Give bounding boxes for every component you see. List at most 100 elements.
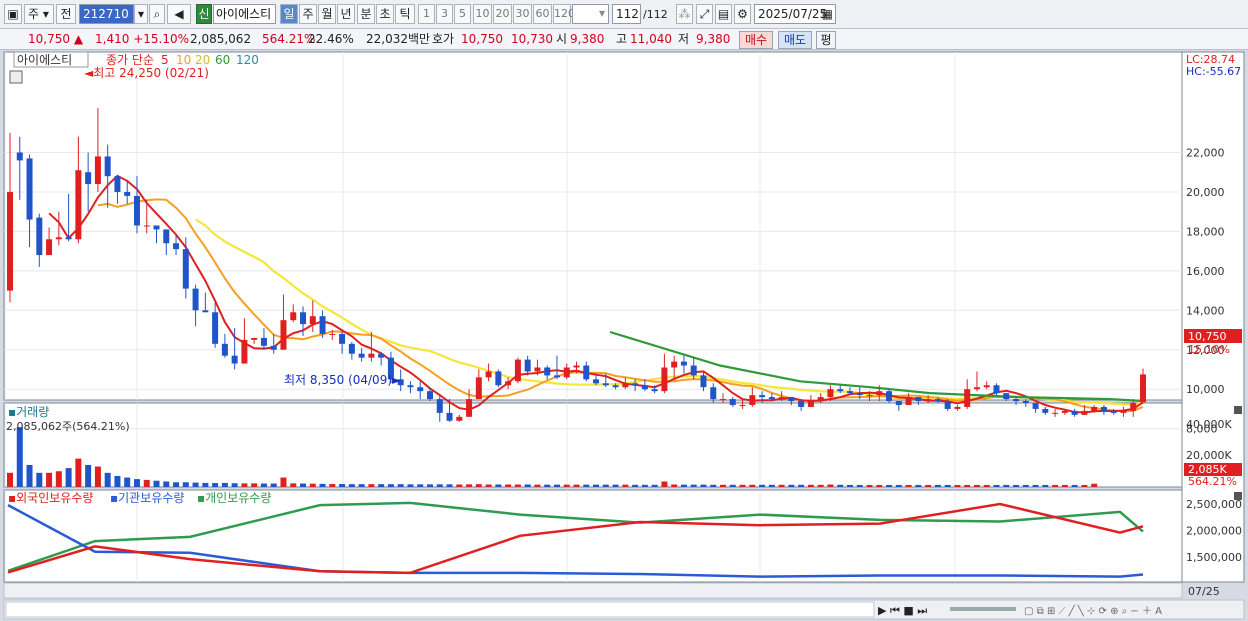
- candle-body: [456, 416, 463, 421]
- volume-bar: [964, 484, 971, 487]
- volume-bar: [1081, 484, 1088, 487]
- interval-5[interactable]: 5: [454, 4, 471, 24]
- candle-body: [309, 316, 316, 325]
- interval-60[interactable]: 60: [533, 4, 552, 24]
- volume-bar: [817, 484, 824, 487]
- search-icon[interactable]: ⌕: [149, 4, 165, 24]
- page-count-input[interactable]: 112: [612, 4, 641, 24]
- interval-3[interactable]: 3: [436, 4, 453, 24]
- volume-bar: [182, 482, 189, 487]
- candle-body: [807, 401, 814, 407]
- period-week-tab[interactable]: 주: [299, 4, 317, 24]
- interval-1[interactable]: 1: [418, 4, 435, 24]
- period-month-tab[interactable]: 월: [318, 4, 336, 24]
- candle-body: [260, 337, 267, 346]
- volume-bar: [661, 481, 668, 487]
- stock-code-input[interactable]: 212710: [79, 4, 134, 24]
- ma5-label: 5: [161, 53, 169, 67]
- volume-bar: [1022, 484, 1029, 487]
- interval-dropdown-icon[interactable]: ▾: [595, 4, 609, 24]
- volume-bar: [856, 484, 863, 487]
- price-title: 아이에스티: [17, 53, 72, 67]
- volume-close-icon[interactable]: [1234, 406, 1242, 414]
- buy-button[interactable]: 매수: [739, 31, 773, 49]
- volume-bar: [768, 484, 775, 487]
- scroll-track[interactable]: [5, 601, 875, 618]
- volume-bar: [417, 484, 424, 487]
- volume-bar: [260, 483, 267, 487]
- candle-body: [593, 379, 600, 384]
- period-day-tab[interactable]: 일: [280, 4, 298, 24]
- candle-body: [729, 399, 736, 405]
- volume-bar: [622, 484, 629, 487]
- candle-body: [153, 225, 160, 230]
- ma-label: 종가 단순: [106, 53, 154, 67]
- candle-body: [407, 385, 414, 388]
- volume-bar: [329, 484, 336, 487]
- bid-price: 10,730: [511, 32, 553, 46]
- calendar-icon[interactable]: ▦: [822, 5, 833, 23]
- prev-button[interactable]: 전: [56, 4, 76, 24]
- sell-button[interactable]: 매도: [778, 31, 812, 49]
- x-axis-date-tag: 07/25: [1188, 585, 1220, 598]
- volume-bar: [641, 484, 648, 487]
- candle-body: [251, 337, 258, 340]
- period-minute-tab[interactable]: 분: [357, 4, 375, 24]
- holdings-close-icon[interactable]: [1234, 492, 1242, 500]
- drawing-tools-icons[interactable]: ▢ ⧉ ⊞ ⟋ ╱ ╲ ⊹ ⟳ ⊕ ⌕ − ＋ A: [1024, 604, 1162, 617]
- date-input[interactable]: 2025/07/25 ▦: [754, 4, 836, 24]
- candle-body: [1130, 403, 1137, 411]
- candle-body: [1013, 399, 1020, 402]
- volume-bar: [866, 484, 873, 487]
- candle-body: [1022, 401, 1029, 404]
- volume-bar: [251, 483, 258, 487]
- volume-bar: [720, 484, 727, 487]
- volume-bar: [905, 484, 912, 487]
- indiv-legend: ▪개인보유수량: [197, 491, 271, 505]
- nav-buttons[interactable]: ▶ ⏮ ■ ⏭: [878, 604, 927, 617]
- volume-bar: [46, 472, 53, 487]
- volume-bar: [75, 458, 82, 487]
- last-price-text: 10,750: [1188, 330, 1227, 343]
- volume-axis-label: 40,000K: [1186, 418, 1232, 431]
- period-year-tab[interactable]: 년: [337, 4, 355, 24]
- avg-button[interactable]: 평: [816, 31, 836, 49]
- candle-body: [856, 393, 863, 396]
- candle-body: [495, 371, 502, 386]
- save-icon[interactable]: ▤: [715, 4, 732, 24]
- code-dropdown-icon[interactable]: ▾: [134, 4, 148, 24]
- link-icon[interactable]: ⁂: [676, 4, 693, 24]
- window-menu-icon[interactable]: ▣: [4, 4, 22, 24]
- interval-10[interactable]: 10: [473, 4, 492, 24]
- volume-bar: [925, 484, 932, 487]
- indicator-settings-icon[interactable]: [9, 70, 23, 84]
- zoom-slider[interactable]: [950, 607, 1016, 611]
- market-select[interactable]: 주 ▾: [24, 4, 54, 24]
- speaker-icon[interactable]: ◀︎: [167, 4, 191, 24]
- interval-30[interactable]: 30: [513, 4, 532, 24]
- volume-bar: [300, 483, 307, 487]
- candle-body: [886, 391, 893, 402]
- volume-bar: [573, 484, 580, 487]
- volume-bar: [65, 468, 72, 487]
- gear-icon[interactable]: ⚙: [734, 4, 751, 24]
- candle-body: [671, 361, 678, 368]
- volume-bar: [173, 482, 180, 487]
- chart-tool-icon[interactable]: ⤢: [696, 4, 713, 24]
- candle-body: [417, 387, 424, 392]
- candle-body: [241, 339, 248, 364]
- volume-bar: [915, 484, 922, 487]
- volume-bar: [387, 484, 394, 487]
- candle-body: [1120, 410, 1127, 413]
- volume-value: 2,085,062: [190, 32, 252, 46]
- candle-body: [622, 383, 629, 388]
- candle-body: [114, 176, 121, 192]
- interval-120[interactable]: 120: [553, 4, 575, 24]
- price-panel: [3, 51, 1183, 401]
- interval-20[interactable]: 20: [493, 4, 512, 24]
- period-tick-tab[interactable]: 틱: [395, 4, 415, 24]
- volume-bar: [876, 484, 883, 487]
- candle-body: [553, 375, 560, 378]
- period-second-tab[interactable]: 초: [376, 4, 394, 24]
- volume-bar: [680, 484, 687, 487]
